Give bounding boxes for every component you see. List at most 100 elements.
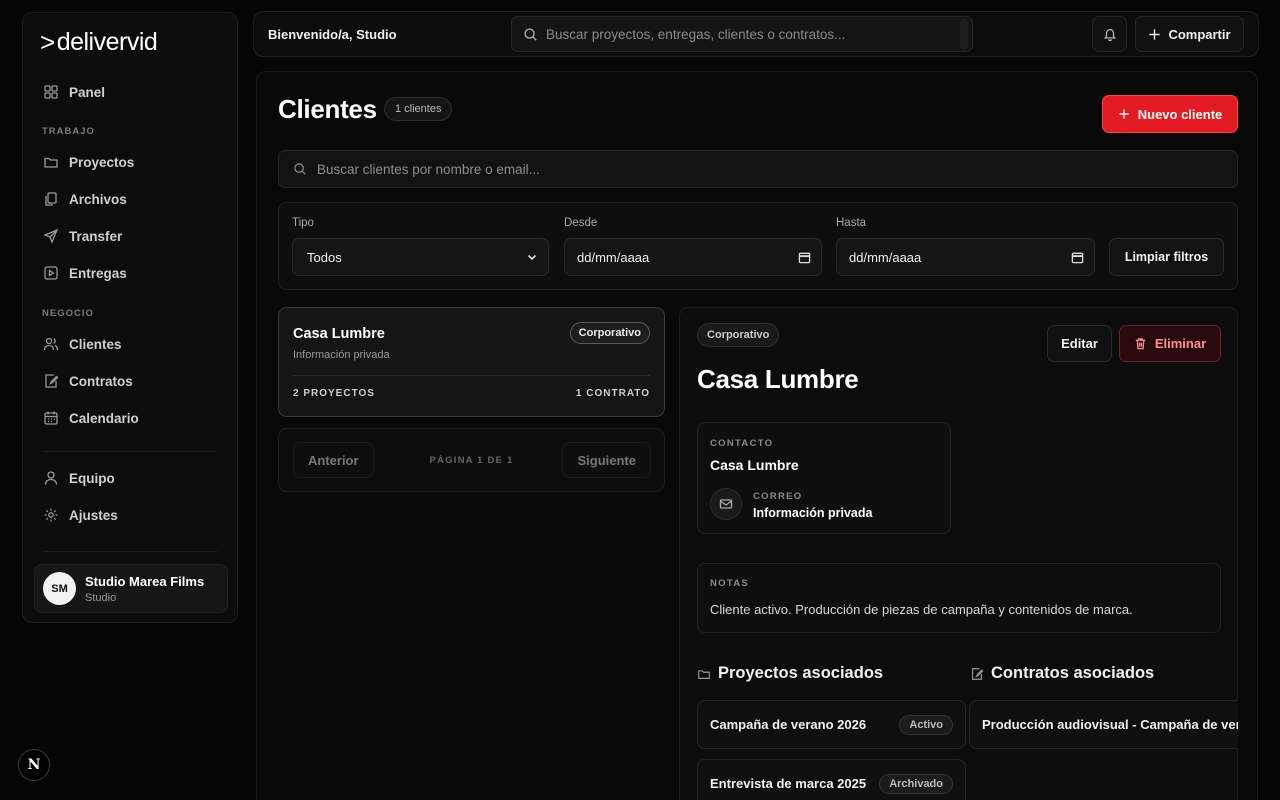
sidebar-item-transfer[interactable]: Transfer [43, 222, 219, 250]
project-card[interactable]: Campaña de verano 2026 Activo [697, 700, 966, 749]
notes-label: NOTAS [710, 578, 750, 589]
contracts-section-title: Contratos asociados [970, 664, 1154, 683]
client-contracts-count: 1 CONTRATO [575, 388, 650, 399]
logo[interactable]: > delivervid [40, 27, 158, 58]
new-client-button[interactable]: Nuevo cliente [1102, 95, 1238, 133]
next-page-button[interactable]: Siguiente [562, 442, 651, 478]
detail-client-name: Casa Lumbre [697, 364, 859, 394]
files-icon [45, 192, 57, 206]
avatar: SM [43, 572, 76, 605]
sidebar-item-label: Clientes [69, 336, 122, 352]
global-search[interactable] [511, 16, 973, 52]
main-panel: Clientes 1 clientes Nuevo cliente Tipo T… [256, 71, 1258, 800]
sidebar-item-entregas[interactable]: Entregas [43, 259, 219, 287]
grid-icon [44, 85, 58, 99]
bell-icon [1103, 29, 1116, 41]
filter-to-label: Hasta [836, 217, 867, 229]
filter-from-label: Desde [564, 217, 598, 229]
welcome-text: Bienvenido/a, Studio [268, 27, 397, 42]
send-icon [43, 228, 59, 244]
nav-section-work: TRABAJO [42, 126, 95, 137]
project-name: Campaña de verano 2026 [710, 717, 867, 732]
calendar-icon[interactable] [1071, 251, 1084, 264]
contract-icon [45, 374, 59, 388]
clear-filters-button[interactable]: Limpiar filtros [1109, 238, 1224, 276]
contact-label: CONTACTO [710, 438, 774, 449]
delete-button[interactable]: Eliminar [1119, 325, 1221, 362]
contact-card: CONTACTO Casa Lumbre CORREO Información … [697, 422, 951, 534]
search-scrollbar [960, 19, 968, 49]
search-icon [524, 27, 537, 41]
delete-label: Eliminar [1154, 336, 1207, 351]
edit-button[interactable]: Editar [1047, 325, 1112, 362]
sidebar-item-ajustes[interactable]: Ajustes [43, 501, 219, 529]
user-icon [44, 471, 58, 485]
nav-section-business: NEGOCIO [42, 308, 94, 319]
contract-card[interactable]: Producción audiovisual - Campaña de vera… [969, 700, 1238, 749]
sidebar-item-archivos[interactable]: Archivos [43, 185, 219, 213]
calendar-icon[interactable] [798, 251, 811, 264]
sidebar: > delivervid Panel TRABAJO Proyectos Arc… [22, 12, 238, 623]
framework-dev-indicator[interactable]: N [18, 749, 50, 781]
notes-card: NOTAS Cliente activo. Producción de piez… [697, 563, 1221, 633]
play-icon [44, 266, 58, 280]
trash-icon [1135, 338, 1145, 350]
notes-text: Cliente activo. Producción de piezas de … [710, 602, 1133, 617]
sidebar-item-label: Entregas [69, 265, 127, 281]
share-label: Compartir [1168, 26, 1231, 42]
sidebar-item-panel[interactable]: Panel [43, 78, 219, 106]
client-card[interactable]: Casa Lumbre Información privada Corporat… [278, 307, 665, 417]
page-title: Clientes [278, 94, 377, 124]
account-name: Studio Marea Films [85, 573, 205, 589]
account-card[interactable]: SM Studio Marea Films Studio [34, 564, 228, 613]
users-icon [43, 337, 59, 351]
email-label: CORREO [753, 491, 803, 502]
filter-type-value: Todos [307, 249, 342, 265]
contracts-title: Contratos asociados [991, 664, 1155, 682]
client-count-badge: 1 clientes [384, 97, 453, 121]
filter-type-label: Tipo [292, 217, 314, 229]
filter-to-value: dd/mm/aaaa [849, 249, 922, 265]
contact-name: Casa Lumbre [710, 457, 799, 473]
sidebar-item-label: Equipo [69, 470, 115, 486]
new-client-label: Nuevo cliente [1137, 106, 1223, 122]
account-role: Studio [85, 591, 117, 604]
filter-to-date[interactable]: dd/mm/aaaa [836, 238, 1095, 276]
logo-text: delivervid [56, 28, 158, 56]
client-search[interactable] [278, 150, 1238, 188]
global-search-input[interactable] [546, 26, 956, 42]
project-status-badge: Archivado [879, 774, 953, 794]
folder-icon [44, 157, 58, 168]
contract-name: Producción audiovisual - Campaña de vera… [982, 717, 1238, 732]
search-icon [294, 163, 306, 175]
project-card[interactable]: Entrevista de marca 2025 Archivado [697, 759, 966, 800]
notifications-button[interactable] [1092, 16, 1127, 52]
mail-icon [710, 488, 742, 520]
sidebar-item-label: Panel [69, 84, 106, 100]
client-type-badge: Corporativo [569, 322, 650, 344]
calendar-icon [44, 411, 58, 425]
sidebar-divider [43, 551, 217, 552]
sidebar-item-equipo[interactable]: Equipo [43, 464, 219, 492]
sidebar-item-proyectos[interactable]: Proyectos [43, 148, 219, 176]
projects-title: Proyectos asociados [718, 664, 884, 682]
sidebar-item-calendario[interactable]: Calendario [43, 404, 219, 432]
share-button[interactable]: Compartir [1135, 16, 1244, 52]
plus-icon [1119, 109, 1129, 119]
prev-page-button[interactable]: Anterior [293, 442, 374, 478]
sidebar-item-clientes[interactable]: Clientes [43, 330, 219, 358]
filter-from-value: dd/mm/aaaa [577, 249, 650, 265]
client-projects-count: 2 PROYECTOS [293, 388, 375, 399]
project-name: Entrevista de marca 2025 [710, 776, 867, 791]
client-detail: Corporativo Casa Lumbre Editar Eliminar … [679, 307, 1238, 800]
email-value: Información privada [753, 506, 873, 520]
topbar: Bienvenido/a, Studio Compartir [253, 11, 1259, 57]
pagination: PÁGINA 1 DE 1 Anterior Siguiente [278, 428, 665, 492]
chevron-down-icon [527, 254, 537, 261]
sidebar-item-contratos[interactable]: Contratos [43, 367, 219, 395]
filter-type-select[interactable]: Todos [292, 238, 549, 276]
filter-from-date[interactable]: dd/mm/aaaa [564, 238, 822, 276]
logo-chevron: > [40, 27, 55, 57]
client-search-input[interactable] [317, 161, 1217, 177]
contract-icon [972, 667, 984, 680]
